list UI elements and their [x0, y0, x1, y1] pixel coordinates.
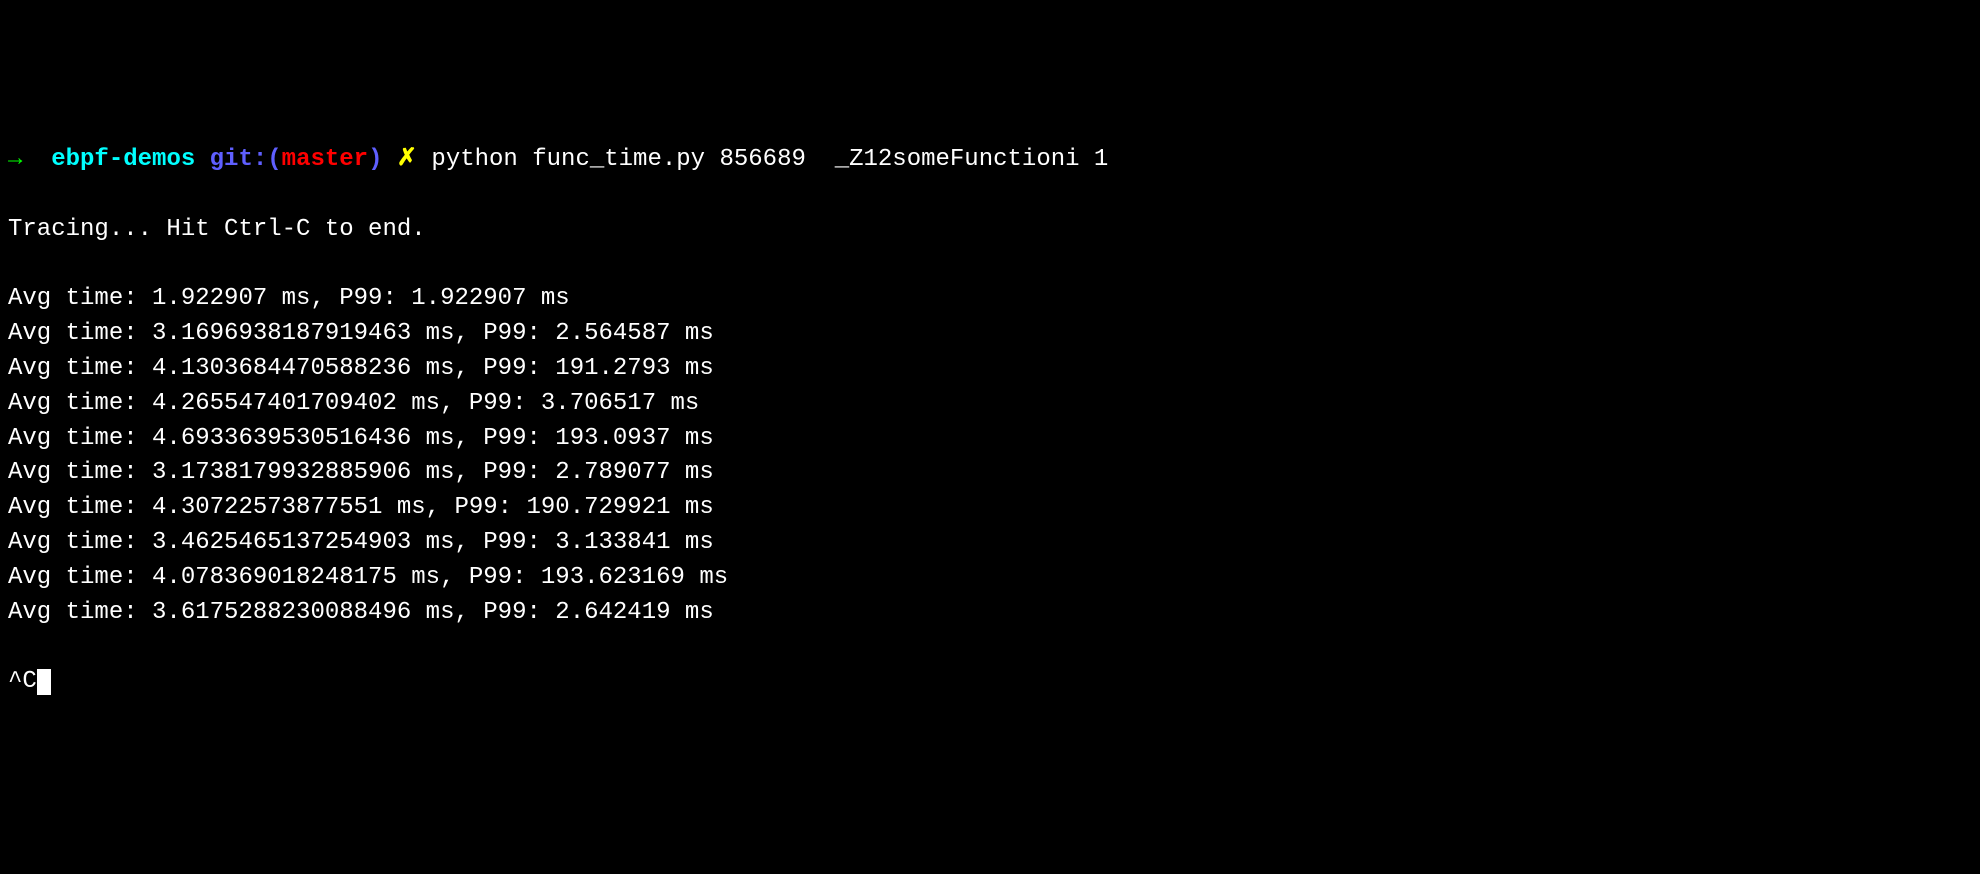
output-row: Avg time: 4.1303684470588236 ms, P99: 19…: [8, 352, 1972, 387]
prompt-arrow-icon: →: [8, 146, 22, 173]
output-row: Avg time: 3.1738179932885906 ms, P99: 2.…: [8, 456, 1972, 491]
git-prefix: git:(: [210, 146, 282, 173]
output-row: Avg time: 3.1696938187919463 ms, P99: 2.…: [8, 317, 1972, 352]
output-row: Avg time: 4.265547401709402 ms, P99: 3.7…: [8, 387, 1972, 422]
output-row: Avg time: 3.4625465137254903 ms, P99: 3.…: [8, 526, 1972, 561]
output-rows: Avg time: 1.922907 ms, P99: 1.922907 msA…: [8, 282, 1972, 630]
prompt-directory: ebpf-demos: [51, 146, 195, 173]
output-row: Avg time: 4.30722573877551 ms, P99: 190.…: [8, 491, 1972, 526]
cursor-icon: [37, 669, 51, 695]
git-dirty-icon: ✗: [397, 146, 417, 173]
git-suffix: ): [368, 146, 382, 173]
interrupt-text: ^C: [8, 668, 37, 695]
status-line: Tracing... Hit Ctrl-C to end.: [8, 213, 1972, 248]
output-row: Avg time: 4.6933639530516436 ms, P99: 19…: [8, 422, 1972, 457]
prompt-line[interactable]: → ebpf-demos git:(master) ✗ python func_…: [8, 143, 1972, 178]
git-branch: master: [282, 146, 368, 173]
output-row: Avg time: 1.922907 ms, P99: 1.922907 ms: [8, 282, 1972, 317]
output-row: Avg time: 3.6175288230088496 ms, P99: 2.…: [8, 596, 1972, 631]
command-text: python func_time.py 856689 _Z12someFunct…: [431, 146, 1108, 173]
interrupt-line: ^C: [8, 665, 1972, 700]
output-row: Avg time: 4.078369018248175 ms, P99: 193…: [8, 561, 1972, 596]
